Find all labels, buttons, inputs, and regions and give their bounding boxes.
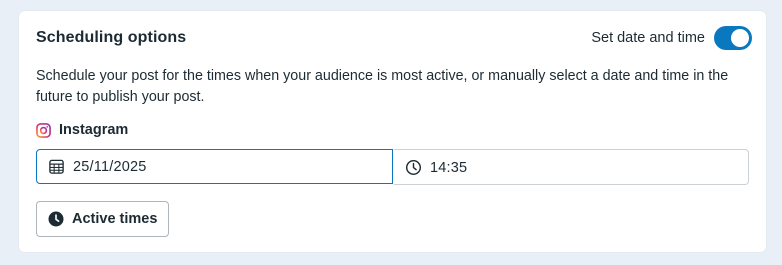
active-times-label: Active times [72, 211, 158, 227]
clock-filled-icon [48, 211, 64, 227]
platform-label: Instagram [59, 122, 129, 138]
active-times-button[interactable]: Active times [36, 201, 169, 237]
clock-icon [405, 159, 422, 176]
set-date-time-toggle[interactable] [714, 26, 752, 50]
toggle-knob [731, 29, 749, 47]
description-text: Schedule your post for the times when yo… [36, 68, 729, 105]
time-value: 14:35 [430, 159, 468, 176]
date-value: 25/11/2025 [73, 158, 147, 175]
scheduling-options-card: Scheduling options Set date and time Sch… [19, 11, 766, 252]
section-title: Scheduling options [36, 29, 187, 46]
date-input[interactable]: 25/11/2025 [36, 149, 393, 184]
calendar-icon [49, 159, 64, 174]
toggle-label: Set date and time [591, 30, 705, 46]
platform-header: Instagram [36, 122, 128, 138]
instagram-icon [36, 122, 51, 138]
set-date-time-toggle-group: Set date and time [591, 26, 752, 50]
time-input[interactable]: 14:35 [394, 149, 749, 185]
